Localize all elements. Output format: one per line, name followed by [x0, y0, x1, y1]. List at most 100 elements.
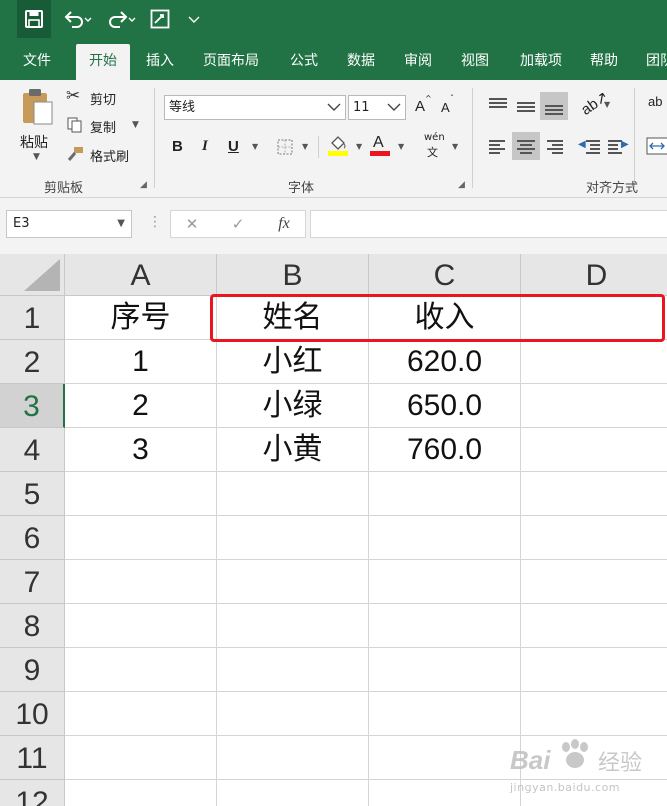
row-header-3[interactable]: 3: [0, 384, 65, 428]
cell-d5[interactable]: [521, 472, 667, 516]
tab-help[interactable]: 帮助: [582, 44, 626, 80]
cell-a12[interactable]: [65, 780, 217, 806]
format-painter-button[interactable]: 格式刷: [66, 145, 146, 165]
row-header-1[interactable]: 1: [0, 296, 65, 340]
cell-a2[interactable]: 1: [65, 340, 217, 384]
cut-button[interactable]: ✂ 剪切: [66, 86, 136, 108]
tab-team[interactable]: 团队: [634, 44, 667, 80]
row-header-4[interactable]: 4: [0, 428, 65, 472]
align-middle-button[interactable]: [512, 92, 540, 120]
align-top-button[interactable]: [484, 92, 512, 120]
align-right-button[interactable]: [540, 132, 568, 160]
font-size-select[interactable]: 11: [348, 95, 406, 120]
cell-c1[interactable]: 收入: [369, 296, 521, 340]
italic-button[interactable]: I: [202, 138, 208, 155]
row-header-9[interactable]: 9: [0, 648, 65, 692]
paste-dropdown-icon[interactable]: ▼: [33, 152, 40, 162]
tab-page-layout[interactable]: 页面布局: [192, 44, 270, 80]
clipboard-launcher-icon[interactable]: ◢: [140, 180, 147, 190]
save-icon[interactable]: [17, 0, 51, 38]
cell-c5[interactable]: [369, 472, 521, 516]
cell-d7[interactable]: [521, 560, 667, 604]
copy-button[interactable]: 复制 ▼: [66, 116, 146, 136]
select-all-button[interactable]: [0, 254, 65, 296]
align-center-button[interactable]: [512, 132, 540, 160]
cell-d8[interactable]: [521, 604, 667, 648]
cell-b1[interactable]: 姓名: [217, 296, 369, 340]
cell-d2[interactable]: [521, 340, 667, 384]
cell-d12[interactable]: [521, 780, 667, 806]
name-box[interactable]: E3 ▼: [6, 210, 132, 238]
cancel-icon[interactable]: ✕: [177, 211, 207, 237]
cell-d1[interactable]: [521, 296, 667, 340]
row-header-6[interactable]: 6: [0, 516, 65, 560]
cell-c12[interactable]: [369, 780, 521, 806]
cell-a1[interactable]: 序号: [65, 296, 217, 340]
tab-view[interactable]: 视图: [451, 44, 499, 80]
cell-d3[interactable]: [521, 384, 667, 428]
phonetic-guide-button[interactable]: wén 文 ▼: [422, 132, 462, 160]
cell-b2[interactable]: 小红: [217, 340, 369, 384]
row-header-7[interactable]: 7: [0, 560, 65, 604]
insert-function-button[interactable]: fx: [269, 211, 299, 237]
form-icon[interactable]: [148, 0, 172, 38]
cell-c3[interactable]: 650.0: [369, 384, 521, 428]
formula-input[interactable]: [310, 210, 667, 238]
wrap-text-button[interactable]: ab: [648, 94, 662, 109]
underline-button[interactable]: U: [228, 138, 239, 155]
bold-button[interactable]: B: [172, 138, 183, 155]
column-header-d[interactable]: D: [521, 254, 667, 296]
drag-handle-icon[interactable]: ⋮: [148, 214, 162, 230]
cell-d4[interactable]: [521, 428, 667, 472]
undo-icon[interactable]: [60, 0, 96, 38]
tab-formulas[interactable]: 公式: [280, 44, 328, 80]
font-launcher-icon[interactable]: ◢: [458, 180, 465, 190]
paste-button[interactable]: 粘贴 ▼: [14, 86, 60, 166]
cell-c4[interactable]: 760.0: [369, 428, 521, 472]
cell-c10[interactable]: [369, 692, 521, 736]
cell-c7[interactable]: [369, 560, 521, 604]
cell-a9[interactable]: [65, 648, 217, 692]
cell-b10[interactable]: [217, 692, 369, 736]
border-button[interactable]: ▼: [276, 138, 312, 156]
cell-a11[interactable]: [65, 736, 217, 780]
cell-c6[interactable]: [369, 516, 521, 560]
row-header-11[interactable]: 11: [0, 736, 65, 780]
cell-a3[interactable]: 2: [65, 384, 217, 428]
align-bottom-button[interactable]: [540, 92, 568, 120]
cell-b3[interactable]: 小绿: [217, 384, 369, 428]
cell-b12[interactable]: [217, 780, 369, 806]
cell-b9[interactable]: [217, 648, 369, 692]
cell-b5[interactable]: [217, 472, 369, 516]
cell-b8[interactable]: [217, 604, 369, 648]
cell-b6[interactable]: [217, 516, 369, 560]
cell-a10[interactable]: [65, 692, 217, 736]
font-color-button[interactable]: A ▼: [370, 134, 406, 158]
column-header-b[interactable]: B: [217, 254, 369, 296]
tab-home[interactable]: 开始: [76, 44, 130, 80]
merge-center-button[interactable]: [646, 136, 667, 156]
row-header-5[interactable]: 5: [0, 472, 65, 516]
column-header-c[interactable]: C: [369, 254, 521, 296]
decrease-indent-button[interactable]: ◀: [576, 132, 604, 160]
cell-b11[interactable]: [217, 736, 369, 780]
cell-a6[interactable]: [65, 516, 217, 560]
row-header-8[interactable]: 8: [0, 604, 65, 648]
underline-dropdown-icon[interactable]: ▼: [252, 142, 258, 151]
row-header-2[interactable]: 2: [0, 340, 65, 384]
redo-icon[interactable]: [104, 0, 140, 38]
cell-c11[interactable]: [369, 736, 521, 780]
cell-c2[interactable]: 620.0: [369, 340, 521, 384]
increase-indent-button[interactable]: ▶: [604, 132, 632, 160]
font-name-select[interactable]: 等线: [164, 95, 346, 120]
orientation-button[interactable]: ab↗ ▼: [578, 88, 614, 119]
customize-toolbar-icon[interactable]: [184, 0, 204, 38]
cell-b7[interactable]: [217, 560, 369, 604]
row-header-10[interactable]: 10: [0, 692, 65, 736]
cell-b4[interactable]: 小黄: [217, 428, 369, 472]
fill-color-button[interactable]: ▼: [328, 134, 364, 158]
column-header-a[interactable]: A: [65, 254, 217, 296]
cell-d6[interactable]: [521, 516, 667, 560]
cell-d10[interactable]: [521, 692, 667, 736]
cell-d11[interactable]: [521, 736, 667, 780]
